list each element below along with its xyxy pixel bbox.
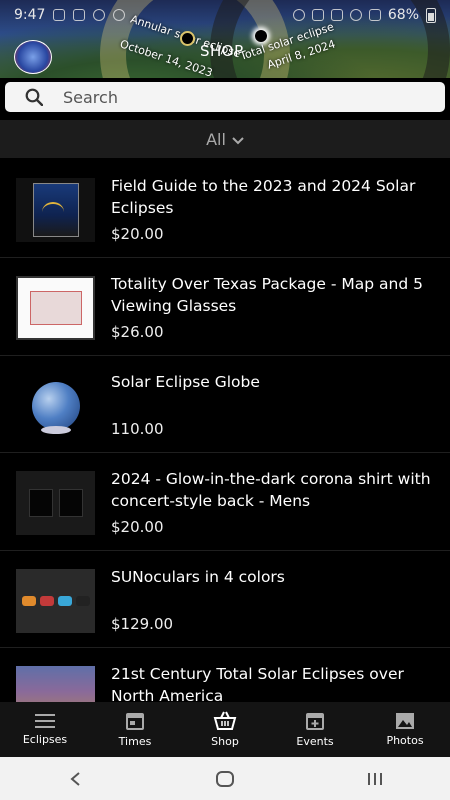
search-bar[interactable] bbox=[5, 82, 445, 112]
calendar-icon bbox=[125, 711, 145, 731]
nav-label: Eclipses bbox=[22, 733, 68, 746]
product-image-north-america bbox=[16, 666, 95, 702]
nav-events[interactable]: Events bbox=[270, 702, 360, 757]
nav-label: Times bbox=[118, 735, 152, 748]
product-item[interactable]: 2024 - Glow-in-the-dark corona shirt wit… bbox=[0, 453, 450, 551]
product-price: 110.00 bbox=[111, 420, 164, 438]
product-image-corona-shirt bbox=[16, 471, 95, 535]
product-image-sunoculars bbox=[16, 569, 95, 633]
product-item[interactable]: Totality Over Texas Package - Map and 5 … bbox=[0, 258, 450, 356]
back-button[interactable] bbox=[55, 764, 95, 794]
recents-icon bbox=[368, 772, 382, 785]
lock-icon bbox=[53, 9, 66, 21]
product-title: SUNoculars in 4 colors bbox=[111, 568, 285, 586]
product-title: Solar Eclipse Globe bbox=[111, 373, 260, 391]
menu-icon bbox=[34, 713, 56, 729]
home-button[interactable] bbox=[205, 764, 245, 794]
nav-label: Shop bbox=[211, 735, 239, 748]
home-icon bbox=[216, 770, 234, 787]
product-image-globe bbox=[16, 374, 95, 438]
product-item[interactable]: 21st Century Total Solar Eclipses over N… bbox=[0, 648, 450, 702]
product-title: Totality Over Texas Package - Map and 5 … bbox=[111, 275, 423, 315]
product-price: $26.00 bbox=[111, 323, 164, 341]
product-title: 2024 - Glow-in-the-dark corona shirt wit… bbox=[111, 470, 431, 510]
product-image-texas-map bbox=[16, 276, 95, 340]
search-icon bbox=[25, 88, 43, 106]
product-item[interactable]: Field Guide to the 2023 and 2024 Solar E… bbox=[0, 160, 450, 258]
nav-eclipses[interactable]: Eclipses bbox=[0, 702, 90, 757]
mute-icon bbox=[330, 9, 343, 21]
filter-label: All bbox=[206, 129, 226, 149]
wifi-icon bbox=[349, 9, 362, 21]
nav-label: Photos bbox=[386, 734, 424, 747]
basket-icon bbox=[213, 711, 237, 731]
product-item[interactable]: Solar Eclipse Globe 110.00 bbox=[0, 356, 450, 453]
product-image-field-guide bbox=[16, 178, 95, 242]
system-navigation-bar bbox=[0, 757, 450, 800]
back-icon bbox=[70, 771, 80, 786]
bottom-navigation: Eclipses Times Shop Events Photos bbox=[0, 702, 450, 757]
bluetooth-icon bbox=[311, 9, 324, 21]
product-list[interactable]: Field Guide to the 2023 and 2024 Solar E… bbox=[0, 160, 450, 702]
chevron-down-icon bbox=[232, 130, 244, 149]
product-item[interactable]: SUNoculars in 4 colors $129.00 bbox=[0, 551, 450, 648]
recents-button[interactable] bbox=[355, 764, 395, 794]
nav-times[interactable]: Times bbox=[90, 702, 180, 757]
page-title: SHOP bbox=[200, 42, 244, 60]
photo-icon bbox=[395, 712, 415, 730]
battery-icon bbox=[426, 7, 436, 23]
status-bar: 9:47 68% bbox=[0, 0, 450, 30]
alarm-icon bbox=[93, 9, 106, 21]
search-input[interactable] bbox=[63, 87, 403, 107]
battery-percent: 68% bbox=[387, 7, 419, 23]
product-price: $20.00 bbox=[111, 225, 164, 243]
notification-icon bbox=[73, 9, 86, 21]
product-title: 21st Century Total Solar Eclipses over N… bbox=[111, 665, 404, 702]
link-icon bbox=[292, 9, 305, 21]
nav-label: Events bbox=[296, 735, 334, 748]
nav-photos[interactable]: Photos bbox=[360, 702, 450, 757]
product-price: $129.00 bbox=[111, 615, 174, 633]
total-eclipse-icon bbox=[255, 30, 267, 42]
nav-shop[interactable]: Shop bbox=[180, 702, 270, 757]
status-time: 9:47 bbox=[14, 7, 46, 23]
signal-icon bbox=[368, 9, 381, 21]
product-title: Field Guide to the 2023 and 2024 Solar E… bbox=[111, 177, 416, 217]
product-price: $20.00 bbox=[111, 518, 164, 536]
calendar-add-icon bbox=[305, 711, 325, 731]
app-notification-icon bbox=[113, 9, 126, 21]
category-filter[interactable]: All bbox=[0, 120, 450, 158]
annular-eclipse-icon bbox=[182, 33, 193, 44]
app-logo bbox=[14, 40, 52, 74]
